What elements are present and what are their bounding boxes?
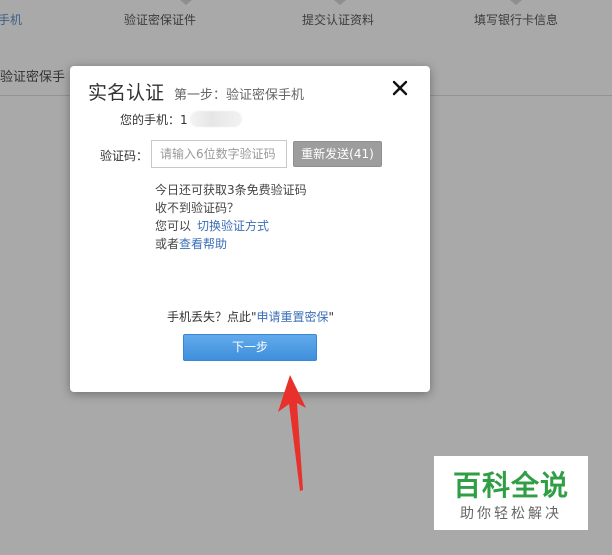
- lost-phone-prefix: 手机丢失？点此": [167, 310, 257, 324]
- modal-subtitle: 第一步：验证密保手机: [174, 88, 305, 103]
- verification-modal: 实名认证 第一步：验证密保手机 您的手机：1 验证码： 重新发送(41) 今日还…: [70, 66, 430, 392]
- code-label: 验证码：: [100, 149, 149, 163]
- phone-number-blur: [189, 111, 242, 127]
- close-icon: [392, 80, 408, 96]
- progress-steps: 手机 验证密保证件 提交认证资料 填写银行卡信息: [0, 0, 612, 40]
- step-verify-phone: 手机: [0, 13, 23, 27]
- next-step-button[interactable]: 下一步: [183, 334, 317, 361]
- lost-phone-row: 手机丢失？点此"申请重置密保": [167, 308, 334, 325]
- phone-row: 您的手机：1: [120, 111, 242, 128]
- switch-method-link[interactable]: 切换验证方式: [197, 219, 269, 233]
- step-marker: [510, 0, 522, 5]
- tip-help-prefix: 或者: [155, 237, 180, 251]
- tip-switch-prefix: 您可以: [155, 219, 192, 233]
- watermark-logo: 百科全说 助你轻松解决: [434, 456, 588, 530]
- step-submit-info: 提交认证资料: [302, 13, 375, 27]
- tip-help-row: 或者查看帮助: [155, 235, 307, 253]
- view-help-link[interactable]: 查看帮助: [179, 237, 227, 251]
- phone-label: 您的手机：: [120, 113, 181, 127]
- step-marker: [180, 0, 192, 5]
- tip-not-received: 收不到验证码？: [155, 201, 240, 215]
- tip-remaining: 今日还可获取3条免费验证码: [155, 183, 307, 197]
- red-arrow-icon: [278, 375, 306, 491]
- reset-security-link[interactable]: 申请重置密保: [257, 310, 329, 324]
- step-verify-id: 验证密保证件: [124, 13, 197, 27]
- watermark-subtitle: 助你轻松解决: [460, 506, 562, 522]
- watermark-title: 百科全说: [452, 469, 569, 502]
- tip-switch-row: 您可以 切换验证方式: [155, 217, 307, 235]
- section-title: 验证密保手: [0, 70, 66, 85]
- close-button[interactable]: [390, 78, 410, 98]
- lost-phone-suffix: ": [328, 310, 335, 324]
- modal-title: 实名认证: [88, 82, 165, 104]
- help-tips: 今日还可获取3条免费验证码 收不到验证码？ 您可以 切换验证方式 或者查看帮助: [155, 181, 307, 253]
- step-marker: [334, 0, 346, 5]
- step-bank-card: 填写银行卡信息: [474, 13, 559, 27]
- verification-code-input[interactable]: [151, 140, 287, 168]
- resend-button[interactable]: 重新发送(41): [293, 141, 382, 167]
- phone-value: 1: [180, 113, 188, 127]
